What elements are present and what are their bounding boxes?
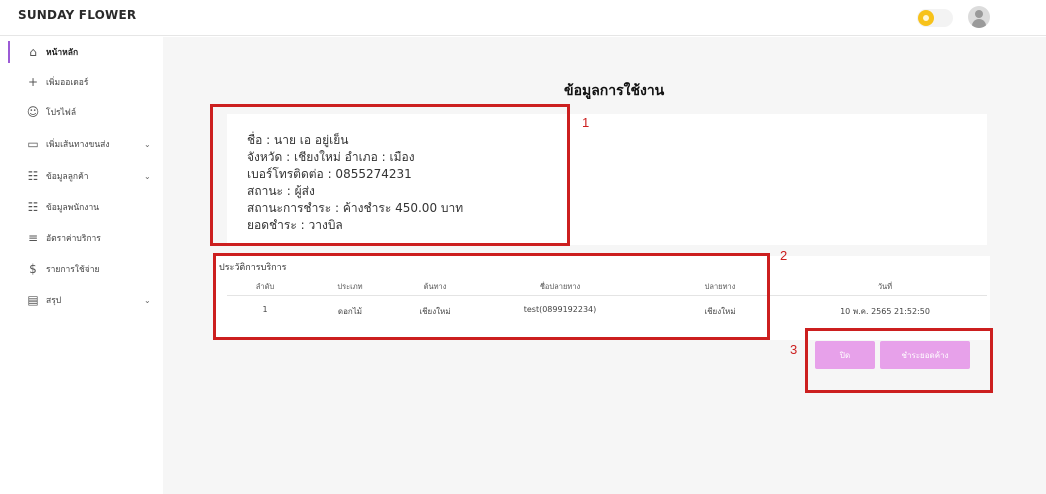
sidebar-item-home[interactable]: ⌂ หน้าหลัก (0, 39, 163, 65)
sidebar-item-add-route[interactable]: ▭ เพิ่มเส้นทางขนส่ง ⌄ (0, 131, 163, 157)
column-header: วันที่ (877, 282, 893, 291)
table-cell: 10 พ.ค. 2565 21:52:50 (840, 307, 930, 316)
sidebar-item-label: ข้อมูลลูกค้า (46, 172, 89, 182)
top-bar: SUNDAY FLOWER (0, 0, 1046, 36)
users-icon: ☷ (27, 200, 39, 214)
sidebar: ⌂ หน้าหลัก + เพิ่มออเดอร์ ☺ โปรไฟล์ ▭ เพ… (0, 36, 163, 494)
page-title: ข้อมูลการใช้งาน (564, 83, 665, 99)
annotation-box-2 (213, 253, 770, 340)
users-icon: ☷ (27, 169, 39, 183)
truck-icon: ▭ (27, 137, 39, 151)
app-root: SUNDAY FLOWER ⌂ หน้าหลัก + เพิ่มออเดอร์ … (0, 0, 1046, 494)
sidebar-item-add-order[interactable]: + เพิ่มออเดอร์ (0, 69, 163, 95)
sidebar-item-profile[interactable]: ☺ โปรไฟล์ (0, 99, 163, 125)
sidebar-item-label: สรุป (46, 296, 62, 306)
sun-icon (918, 10, 934, 26)
sidebar-item-label: อัตราค่าบริการ (46, 234, 101, 244)
sidebar-item-label: เพิ่มเส้นทางขนส่ง (46, 140, 110, 150)
user-avatar[interactable] (968, 6, 990, 28)
sidebar-item-label: ข้อมูลพนักงาน (46, 203, 100, 213)
user-icon: ☺ (26, 105, 40, 119)
annotation-number-1: 1 (582, 115, 590, 130)
sidebar-item-expenses[interactable]: $ รายการใช้จ่าย (0, 256, 163, 282)
plus-icon: + (27, 75, 39, 89)
annotation-number-2: 2 (780, 248, 788, 263)
home-icon: ⌂ (29, 45, 37, 59)
annotation-number-3: 3 (790, 342, 798, 357)
sidebar-item-label: หน้าหลัก (46, 48, 79, 58)
sidebar-item-label: โปรไฟล์ (46, 108, 77, 118)
brand-logo[interactable]: SUNDAY FLOWER (18, 8, 136, 22)
user-icon-head (975, 10, 983, 18)
sidebar-item-customers[interactable]: ☷ ข้อมูลลูกค้า ⌄ (0, 163, 163, 189)
report-icon: ▤ (27, 293, 39, 307)
chevron-down-icon: ⌄ (144, 295, 151, 305)
sidebar-item-employees[interactable]: ☷ ข้อมูลพนักงาน (0, 194, 163, 220)
chevron-down-icon: ⌄ (144, 171, 151, 181)
sidebar-item-label: เพิ่มออเดอร์ (46, 78, 89, 88)
sidebar-item-label: รายการใช้จ่าย (46, 265, 100, 275)
list-icon: ≡ (27, 231, 39, 245)
sidebar-item-summary[interactable]: ▤ สรุป ⌄ (0, 287, 163, 313)
annotation-box-3 (805, 328, 993, 393)
annotation-box-1 (210, 104, 570, 246)
sidebar-item-rates[interactable]: ≡ อัตราค่าบริการ (0, 225, 163, 251)
dollar-icon: $ (29, 262, 37, 276)
user-icon-body (972, 19, 986, 28)
theme-toggle[interactable] (917, 9, 953, 27)
chevron-down-icon: ⌄ (144, 139, 151, 149)
